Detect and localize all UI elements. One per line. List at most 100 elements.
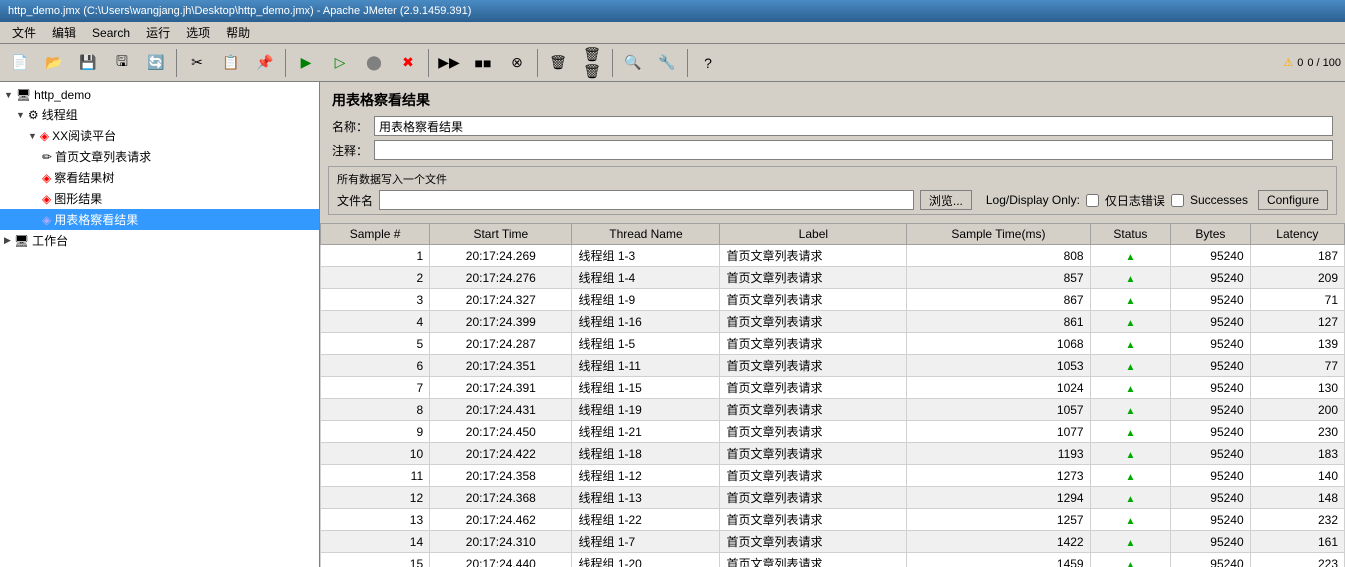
menu-options[interactable]: 选项 bbox=[178, 22, 218, 43]
cell-start-time: 20:17:24.327 bbox=[430, 289, 572, 311]
search-button[interactable]: 🔍 bbox=[617, 47, 649, 79]
open-button[interactable]: 📂 bbox=[38, 47, 70, 79]
copy-button[interactable]: 📋 bbox=[215, 47, 247, 79]
cell-thread: 线程组 1-20 bbox=[572, 553, 720, 567]
cell-label: 首页文章列表请求 bbox=[720, 267, 907, 289]
file-section: 所有数据写入一个文件 文件名 浏览... Log/Display Only: 仅… bbox=[328, 166, 1337, 215]
cell-bytes: 95240 bbox=[1171, 509, 1250, 531]
successes-label: Successes bbox=[1190, 193, 1248, 207]
comment-input[interactable] bbox=[374, 140, 1333, 160]
remote-stop-button[interactable]: ■■ bbox=[467, 47, 499, 79]
red-icon-3: ◈ bbox=[42, 192, 51, 206]
cell-latency: 230 bbox=[1250, 421, 1344, 443]
status-icon: ▲ bbox=[1125, 494, 1135, 505]
stop-now-button[interactable]: ✖ bbox=[392, 47, 424, 79]
sidebar-label-workbench: 工作台 bbox=[32, 232, 68, 249]
cell-bytes: 95240 bbox=[1171, 267, 1250, 289]
cell-thread: 线程组 1-13 bbox=[572, 487, 720, 509]
name-input[interactable] bbox=[374, 116, 1333, 136]
menu-run[interactable]: 运行 bbox=[138, 22, 178, 43]
edit-icon: ✏ bbox=[42, 150, 52, 164]
panel-title: 用表格察看结果 bbox=[320, 82, 1345, 114]
jar-button[interactable]: 🔧 bbox=[651, 47, 683, 79]
menu-help[interactable]: 帮助 bbox=[218, 22, 258, 43]
cell-sample-time: 1273 bbox=[907, 465, 1090, 487]
remote-exit-button[interactable]: ⊗ bbox=[501, 47, 533, 79]
sidebar-item-homepage-list[interactable]: ✏ 首页文章列表请求 bbox=[0, 146, 319, 167]
alert-icon: ⚠ bbox=[1283, 56, 1293, 69]
run-button[interactable]: ▶ bbox=[290, 47, 322, 79]
cell-label: 首页文章列表请求 bbox=[720, 289, 907, 311]
cell-sample-time: 1024 bbox=[907, 377, 1090, 399]
clear-button[interactable]: 🗑 bbox=[542, 47, 574, 79]
stop-button[interactable]: ⬤ bbox=[358, 47, 390, 79]
cell-sample-time: 1068 bbox=[907, 333, 1090, 355]
cell-thread: 线程组 1-15 bbox=[572, 377, 720, 399]
cell-status: ▲ bbox=[1090, 377, 1171, 399]
cell-num: 5 bbox=[321, 333, 430, 355]
new-button[interactable]: 📄 bbox=[4, 47, 36, 79]
status-icon: ▲ bbox=[1125, 472, 1135, 483]
menu-edit[interactable]: 编辑 bbox=[44, 22, 84, 43]
cell-sample-time: 808 bbox=[907, 245, 1090, 267]
run-nonstop-button[interactable]: ▷ bbox=[324, 47, 356, 79]
cell-thread: 线程组 1-18 bbox=[572, 443, 720, 465]
sidebar-item-thread-group[interactable]: ▼ ⚙ 线程组 bbox=[0, 104, 319, 125]
toolbar-status: ⚠ 0 0 / 100 bbox=[1283, 56, 1341, 69]
cell-label: 首页文章列表请求 bbox=[720, 531, 907, 553]
cell-sample-time: 1077 bbox=[907, 421, 1090, 443]
cell-latency: 223 bbox=[1250, 553, 1344, 567]
cell-label: 首页文章列表请求 bbox=[720, 421, 907, 443]
cut-button[interactable]: ✂ bbox=[181, 47, 213, 79]
cell-thread: 线程组 1-3 bbox=[572, 245, 720, 267]
cell-status: ▲ bbox=[1090, 421, 1171, 443]
cell-start-time: 20:17:24.431 bbox=[430, 399, 572, 421]
menu-bar: 文件 编辑 Search 运行 选项 帮助 bbox=[0, 22, 1345, 44]
save-as-button[interactable]: 🖫 bbox=[106, 47, 138, 79]
cell-sample-time: 1294 bbox=[907, 487, 1090, 509]
configure-button[interactable]: Configure bbox=[1258, 190, 1328, 210]
sidebar-item-http-demo[interactable]: ▼ 🖥 http_demo bbox=[0, 86, 319, 104]
cell-latency: 71 bbox=[1250, 289, 1344, 311]
menu-search[interactable]: Search bbox=[84, 24, 138, 42]
browse-button[interactable]: 浏览... bbox=[920, 190, 972, 210]
cell-status: ▲ bbox=[1090, 245, 1171, 267]
sidebar-item-view-table[interactable]: ◈ 用表格察看结果 bbox=[0, 209, 319, 230]
cell-num: 3 bbox=[321, 289, 430, 311]
cell-sample-time: 857 bbox=[907, 267, 1090, 289]
table-row: 3 20:17:24.327 线程组 1-9 首页文章列表请求 867 ▲ 95… bbox=[321, 289, 1345, 311]
content-area: 用表格察看结果 名称： 注释： 所有数据写入一个文件 文件名 浏览... Log… bbox=[320, 82, 1345, 567]
save-button[interactable]: 💾 bbox=[72, 47, 104, 79]
successes-checkbox[interactable] bbox=[1171, 194, 1184, 207]
sidebar-label-view-tree: 察看结果树 bbox=[54, 169, 114, 186]
cell-label: 首页文章列表请求 bbox=[720, 465, 907, 487]
status-icon: ▲ bbox=[1125, 274, 1135, 285]
cell-num: 9 bbox=[321, 421, 430, 443]
title-text: http_demo.jmx (C:\Users\wangjang.jh\Desk… bbox=[8, 5, 471, 17]
cell-latency: 77 bbox=[1250, 355, 1344, 377]
status-icon: ▲ bbox=[1125, 560, 1135, 567]
cell-latency: 130 bbox=[1250, 377, 1344, 399]
sidebar-item-graph-result[interactable]: ◈ 图形结果 bbox=[0, 188, 319, 209]
paste-button[interactable]: 📌 bbox=[249, 47, 281, 79]
errors-only-label: 仅日志错误 bbox=[1105, 192, 1165, 209]
help-button[interactable]: ? bbox=[692, 47, 724, 79]
results-table-container: Sample # Start Time Thread Name Label Sa… bbox=[320, 223, 1345, 567]
sidebar-item-xx-platform[interactable]: ▼ ◈ XX阅读平台 bbox=[0, 125, 319, 146]
cell-label: 首页文章列表请求 bbox=[720, 333, 907, 355]
sidebar-item-view-tree[interactable]: ◈ 察看结果树 bbox=[0, 167, 319, 188]
cell-num: 8 bbox=[321, 399, 430, 421]
cell-start-time: 20:17:24.276 bbox=[430, 267, 572, 289]
file-input[interactable] bbox=[379, 190, 914, 210]
remote-start-button[interactable]: ▶▶ bbox=[433, 47, 465, 79]
cell-sample-time: 1057 bbox=[907, 399, 1090, 421]
sidebar-item-workbench[interactable]: ▶ 🖥 工作台 bbox=[0, 230, 319, 251]
cell-num: 2 bbox=[321, 267, 430, 289]
errors-only-checkbox[interactable] bbox=[1086, 194, 1099, 207]
menu-file[interactable]: 文件 bbox=[4, 22, 44, 43]
main-layout: ▼ 🖥 http_demo ▼ ⚙ 线程组 ▼ ◈ XX阅读平台 ✏ 首页文章列… bbox=[0, 82, 1345, 567]
cell-status: ▲ bbox=[1090, 509, 1171, 531]
comment-label: 注释： bbox=[332, 142, 368, 159]
revert-button[interactable]: 🔄 bbox=[140, 47, 172, 79]
clear-all-button[interactable]: 🗑🗑 bbox=[576, 47, 608, 79]
